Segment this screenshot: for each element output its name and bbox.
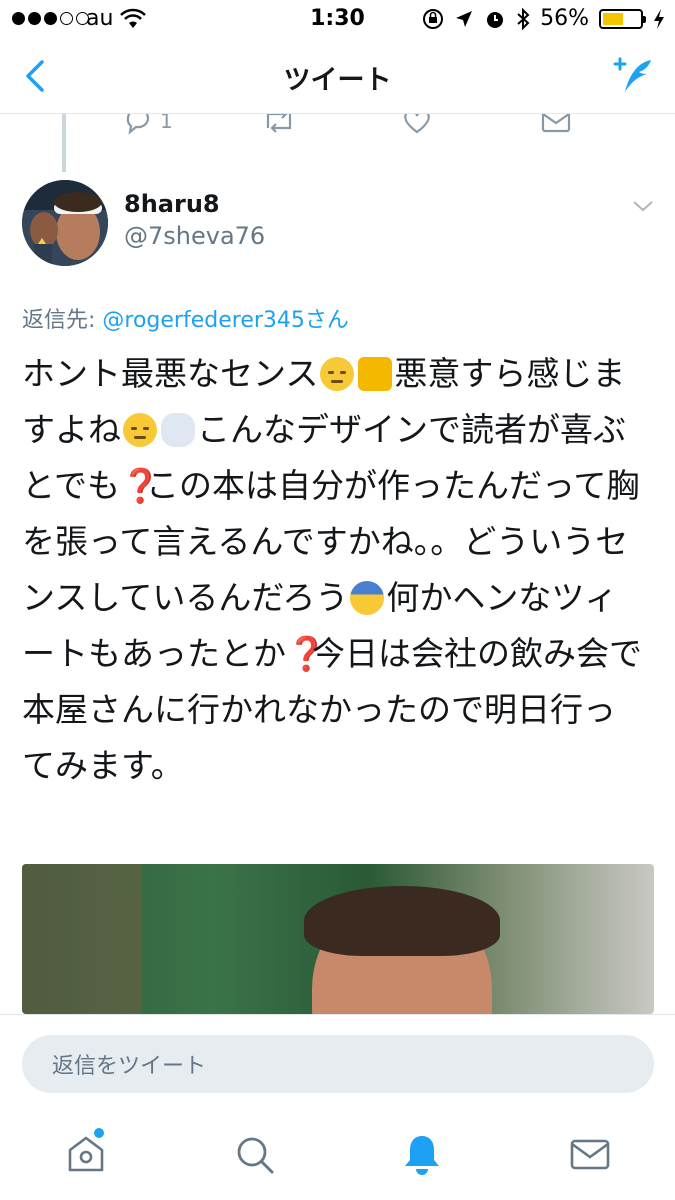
orientation-lock-icon xyxy=(423,8,444,29)
retweet-button[interactable] xyxy=(262,114,296,136)
reply-to-label: 返信先: xyxy=(22,308,103,333)
battery-level-fill xyxy=(603,12,624,25)
reply-to-line: 返信先: @rogerfederer345さん xyxy=(22,302,349,334)
navigation-bar: ツイート xyxy=(0,40,675,114)
question-mark-emoji: ❓ xyxy=(120,466,162,505)
user-handle[interactable]: @7sheva76 xyxy=(124,222,265,250)
reply-button[interactable]: 1 xyxy=(124,114,173,136)
reply-bar: 返信をツイート xyxy=(0,1014,675,1114)
direct-message-button[interactable] xyxy=(540,114,572,136)
mail-icon xyxy=(541,114,571,133)
bluetooth-icon xyxy=(517,7,530,30)
battery-percent: 56% xyxy=(540,6,589,31)
status-bar: au 1:30 56% xyxy=(0,0,675,40)
mail-icon[interactable] xyxy=(568,1132,612,1176)
reply-count: 1 xyxy=(160,114,173,133)
page-title: ツイート xyxy=(283,65,392,96)
unamused-face-emoji xyxy=(320,357,355,391)
avatar[interactable] xyxy=(22,180,108,266)
heart-icon xyxy=(404,114,430,134)
charging-bolt-icon xyxy=(654,8,664,29)
reply-input[interactable]: 返信をツイート xyxy=(22,1035,654,1093)
unread-dot xyxy=(94,1128,104,1138)
reply-icon xyxy=(126,114,150,135)
previous-tweet-actions: 1 xyxy=(0,114,675,144)
compose-tweet-icon[interactable] xyxy=(609,52,657,100)
dash-emoji xyxy=(161,413,195,447)
tweet-text: ホント最悪なセンス 悪意すら感じますよね こんなデザインで読者が喜ぶとでも❓この本は… xyxy=(22,346,642,794)
pensive-face-emoji xyxy=(123,413,157,447)
like-button[interactable] xyxy=(402,114,432,136)
thumbs-down-emoji xyxy=(358,357,393,391)
location-arrow-icon xyxy=(456,10,473,27)
tweet-text-segment: ホント最悪なセンス xyxy=(22,354,319,393)
fearful-face-emoji xyxy=(350,581,385,615)
retweet-icon xyxy=(266,114,292,133)
display-name[interactable]: 8haru8 xyxy=(124,190,220,218)
tweet-photo[interactable] xyxy=(22,864,654,1014)
tab-bar xyxy=(0,1114,675,1200)
alarm-icon xyxy=(487,11,504,28)
avatar-image xyxy=(22,180,108,266)
chevron-down-icon[interactable] xyxy=(631,196,655,216)
question-mark-emoji: ❓ xyxy=(286,634,328,673)
battery-icon xyxy=(599,8,646,29)
home-icon[interactable] xyxy=(64,1132,108,1176)
search-icon[interactable] xyxy=(232,1132,276,1176)
reply-to-mention[interactable]: @rogerfederer345さん xyxy=(102,308,348,333)
bell-icon[interactable] xyxy=(400,1132,444,1176)
